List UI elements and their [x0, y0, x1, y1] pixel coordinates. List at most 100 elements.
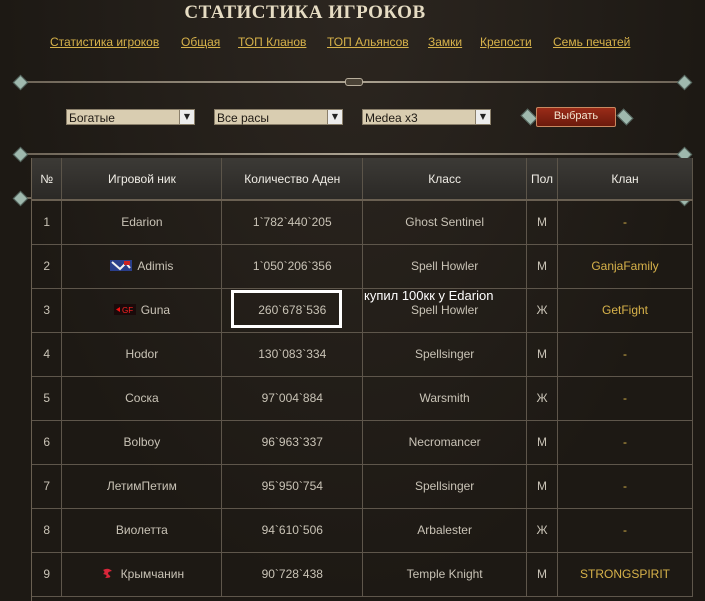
clan-text[interactable]: GetFight [602, 303, 648, 317]
nav-link-fortresses[interactable]: Крепости [480, 35, 532, 49]
clan-cell: - [557, 376, 693, 421]
highlight-box [231, 290, 342, 328]
rank-cell: 3 [32, 288, 63, 333]
sex-text: Ж [536, 303, 548, 317]
adena-cell: 130`083`334 [221, 332, 364, 377]
rank-text: 5 [43, 391, 51, 405]
category-select-value: Богатые [69, 111, 115, 125]
clan-text[interactable]: - [623, 391, 627, 405]
adena-cell: 95`950`754 [221, 464, 364, 509]
class-text: Spellsinger [414, 479, 475, 493]
nick-text[interactable]: ЛетимПетим [107, 479, 177, 493]
sex-cell: М [526, 552, 559, 597]
clan-cell: - [557, 464, 693, 509]
race-select-value: Все расы [217, 111, 269, 125]
sex-text: М [537, 347, 548, 361]
sex-text: Ж [536, 391, 548, 405]
adena-text: 94`610`506 [261, 523, 323, 537]
nick-text[interactable]: Bolboy [124, 435, 161, 449]
column-header-nick: Игровой ник [61, 158, 223, 201]
column-header-rank: № [32, 158, 63, 201]
rank-text: 6 [43, 435, 51, 449]
svg-text:GF: GF [122, 306, 133, 315]
nick-cell: GF Guna [61, 288, 223, 333]
nick-text[interactable]: Edarion [121, 215, 162, 229]
nick-cell: Adimis [61, 244, 223, 289]
page-title: СТАТИСТИКА ИГРОКОВ [184, 2, 426, 23]
table-row: 5 Соска 97`004`884 Warsmith Ж - [32, 376, 693, 421]
nick-text[interactable]: Guna [141, 303, 170, 317]
clan-cell: - [557, 420, 693, 465]
chevron-down-icon: ▼ [475, 110, 490, 124]
server-select[interactable]: Medea x3 ▼ [362, 109, 491, 125]
category-select[interactable]: Богатые ▼ [66, 109, 195, 125]
class-cell: Temple Knight [362, 552, 528, 597]
nav-link-player-stats[interactable]: Статистика игроков [50, 35, 159, 49]
race-select[interactable]: Все расы ▼ [214, 109, 343, 125]
sex-cell: Ж [526, 376, 559, 421]
table-row: 1 Edarion 1`782`440`205 Ghost Sentinel М - [32, 200, 693, 245]
nick-text[interactable]: Соска [125, 391, 159, 405]
adena-cell: 94`610`506 [221, 508, 364, 553]
column-header-clan: Клан [557, 158, 693, 201]
rank-cell: 5 [32, 376, 63, 421]
button-ornament-left [520, 108, 538, 126]
class-cell: Arbalester [362, 508, 528, 553]
nick-cell: ЛетимПетим [61, 464, 223, 509]
clan-text[interactable]: - [623, 347, 627, 361]
nick-text[interactable]: Adimis [137, 259, 173, 273]
clan-text[interactable]: - [623, 435, 627, 449]
getfight-crest-icon: GF [113, 304, 136, 315]
clan-text[interactable]: - [623, 215, 627, 229]
rank-cell: 9 [32, 552, 63, 597]
class-text: Spell Howler [410, 303, 479, 317]
class-cell: Necromancer [362, 420, 528, 465]
server-select-value: Medea x3 [365, 111, 418, 125]
nav-link-seven-signs[interactable]: Семь печатей [553, 35, 630, 49]
table-row: 9 Крымчанин 90`728`438 Temple Knight М STRONG… [32, 552, 693, 597]
clan-text[interactable]: - [623, 523, 627, 537]
players-table-container: № Игровой ник Количество Аден Класс Пол … [31, 158, 694, 601]
rank-text: 3 [43, 303, 51, 317]
annotation-text: купил 100кк у Edarion [364, 288, 494, 303]
sex-text: М [537, 215, 548, 230]
chevron-down-icon: ▼ [179, 110, 194, 124]
nav-link-castles[interactable]: Замки [428, 35, 462, 49]
clan-text[interactable]: GanjaFamily [591, 259, 658, 273]
clan-cell: - [557, 508, 693, 553]
nick-text[interactable]: Крымчанин [121, 567, 184, 581]
rank-cell: 2 [32, 244, 63, 289]
rank-cell: 7 [32, 464, 63, 509]
rank-cell: 8 [32, 508, 63, 553]
adena-text: 1`782`440`205 [252, 215, 332, 230]
class-cell: Spellsinger [362, 332, 528, 377]
chevron-down-icon: ▼ [327, 110, 342, 124]
sex-text: М [537, 435, 548, 449]
submit-button[interactable]: Выбрать [536, 107, 616, 127]
nick-text[interactable]: Виолетта [116, 523, 168, 537]
sex-text: М [537, 567, 548, 581]
class-text: Warsmith [419, 391, 470, 405]
sex-cell: Ж [526, 508, 559, 553]
nick-cell: Соска [61, 376, 223, 421]
adena-text: 1`050`206`356 [252, 259, 332, 273]
nick-cell: Bolboy [61, 420, 223, 465]
adena-text: 96`963`337 [261, 435, 323, 449]
clan-text[interactable]: - [623, 479, 627, 493]
clan-text[interactable]: STRONGSPIRIT [580, 567, 670, 581]
clan-cell: STRONGSPIRIT [557, 552, 693, 597]
nav-link-top-alliances[interactable]: ТОП Альянсов [327, 35, 409, 49]
rank-cell: 6 [32, 420, 63, 465]
rank-text: 9 [43, 567, 51, 581]
nick-cell: Hodor [61, 332, 223, 377]
sex-text: М [537, 259, 548, 273]
nav-link-top-clans[interactable]: ТОП Кланов [238, 35, 306, 49]
adena-cell: 90`728`438 [221, 552, 364, 597]
adena-text: 130`083`334 [258, 347, 327, 361]
players-table: № Игровой ник Количество Аден Класс Пол … [32, 158, 693, 597]
adena-text: 90`728`438 [261, 567, 323, 581]
rank-text: 2 [43, 259, 51, 273]
divider-ornament [345, 78, 363, 86]
nick-text[interactable]: Hodor [126, 347, 159, 361]
nav-link-general[interactable]: Общая [181, 35, 220, 49]
